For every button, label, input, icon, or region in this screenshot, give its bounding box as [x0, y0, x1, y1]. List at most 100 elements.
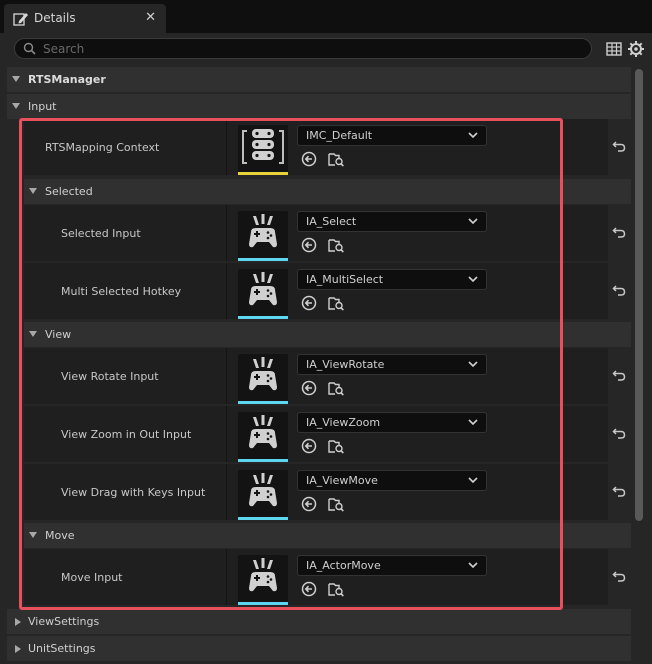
use-selected-asset-icon[interactable] — [301, 237, 317, 253]
browse-asset-icon[interactable] — [328, 237, 344, 253]
reset-column — [608, 119, 631, 175]
use-selected-asset-icon[interactable] — [301, 496, 317, 512]
asset-picker-value: IA_Select — [306, 215, 357, 228]
asset-picker-dropdown[interactable]: IA_MultiSelect — [297, 269, 487, 290]
category-viewsettings[interactable]: ViewSettings — [7, 609, 631, 634]
category-label: View — [45, 328, 72, 341]
chevron-down-icon — [468, 361, 478, 368]
browse-asset-icon[interactable] — [328, 438, 344, 454]
property-row: RTSMapping Context IMC_Default — [24, 119, 608, 175]
asset-picker-value: IA_ActorMove — [306, 559, 381, 572]
column-divider — [226, 205, 227, 261]
asset-type-bar — [238, 401, 288, 404]
tab-strip: Details ✕ — [0, 0, 652, 33]
category-label: RTSManager — [28, 73, 106, 86]
input-action-icon — [249, 214, 277, 248]
input-action-icon — [249, 558, 277, 592]
use-selected-asset-icon[interactable] — [301, 438, 317, 454]
asset-picker-value: IMC_Default — [306, 129, 373, 142]
tab-details[interactable]: Details ✕ — [4, 4, 166, 33]
category-input[interactable]: Input — [7, 94, 631, 119]
search-bar — [14, 38, 592, 59]
reset-to-default-icon[interactable] — [612, 139, 626, 153]
chevron-right-icon — [15, 618, 21, 626]
property-label: Move Input — [61, 571, 123, 584]
input-action-icon — [249, 415, 277, 449]
property-row: View Drag with Keys Input IA_ViewMove — [24, 464, 608, 520]
chevron-down-icon — [29, 331, 37, 337]
chevron-down-icon — [468, 419, 478, 426]
asset-picker-dropdown[interactable]: IA_ViewRotate — [297, 354, 487, 375]
asset-thumbnail[interactable] — [238, 470, 288, 520]
property-row: Multi Selected Hotkey IA_MultiSelect — [24, 263, 608, 319]
property-row: Move Input IA_ActorMove — [24, 549, 608, 605]
asset-picker-dropdown[interactable]: IA_ActorMove — [297, 555, 487, 576]
property-label: View Rotate Input — [61, 370, 159, 383]
column-divider — [226, 263, 227, 319]
property-row: Selected Input IA_Select — [24, 205, 608, 261]
table-view-icon[interactable] — [605, 40, 623, 58]
asset-thumbnail[interactable] — [238, 269, 288, 319]
chevron-down-icon — [468, 132, 478, 139]
reset-to-default-icon[interactable] — [612, 484, 626, 498]
category-label: Move — [45, 529, 75, 542]
reset-to-default-icon[interactable] — [612, 368, 626, 382]
asset-picker-dropdown[interactable]: IMC_Default — [297, 125, 487, 146]
reset-column — [608, 348, 631, 404]
use-selected-asset-icon[interactable] — [301, 581, 317, 597]
asset-type-bar — [238, 316, 288, 319]
category-rtsmanager[interactable]: RTSManager — [7, 67, 631, 92]
search-input[interactable] — [43, 39, 583, 58]
browse-asset-icon[interactable] — [328, 581, 344, 597]
search-icon — [23, 42, 36, 55]
asset-picker-value: IA_ViewRotate — [306, 358, 385, 371]
category-move[interactable]: Move — [24, 523, 631, 548]
asset-picker-value: IA_ViewMove — [306, 474, 378, 487]
browse-asset-icon[interactable] — [328, 151, 344, 167]
asset-type-bar — [238, 517, 288, 520]
reset-to-default-icon[interactable] — [612, 225, 626, 239]
input-action-icon — [249, 272, 277, 306]
close-icon[interactable]: ✕ — [145, 10, 156, 25]
property-label: View Zoom in Out Input — [61, 428, 192, 441]
category-label: Selected — [45, 185, 93, 198]
property-label: View Drag with Keys Input — [61, 486, 206, 499]
browse-asset-icon[interactable] — [328, 496, 344, 512]
reset-to-default-icon[interactable] — [612, 426, 626, 440]
asset-thumbnail[interactable] — [238, 125, 288, 175]
asset-picker-dropdown[interactable]: IA_ViewZoom — [297, 412, 487, 433]
asset-picker-dropdown[interactable]: IA_Select — [297, 211, 487, 232]
category-unitsettings[interactable]: UnitSettings — [7, 636, 631, 661]
use-selected-asset-icon[interactable] — [301, 295, 317, 311]
settings-gear-icon[interactable] — [627, 40, 645, 58]
asset-picker-dropdown[interactable]: IA_ViewMove — [297, 470, 487, 491]
category-selected[interactable]: Selected — [24, 179, 631, 204]
use-selected-asset-icon[interactable] — [301, 380, 317, 396]
column-divider — [226, 549, 227, 605]
asset-thumbnail[interactable] — [238, 412, 288, 462]
asset-thumbnail[interactable] — [238, 211, 288, 261]
column-divider — [226, 348, 227, 404]
column-divider — [226, 406, 227, 462]
asset-thumbnail[interactable] — [238, 354, 288, 404]
chevron-down-icon — [29, 188, 37, 194]
property-row: View Zoom in Out Input IA_ViewZoom — [24, 406, 608, 462]
details-panel: RTSManager Input Selected View Move RTSM… — [0, 33, 652, 664]
category-label: ViewSettings — [28, 615, 100, 628]
column-divider — [226, 464, 227, 520]
use-selected-asset-icon[interactable] — [301, 151, 317, 167]
category-view[interactable]: View — [24, 322, 631, 347]
scrollbar-thumb[interactable] — [635, 69, 643, 521]
property-label: Multi Selected Hotkey — [61, 285, 182, 298]
reset-column — [608, 205, 631, 261]
chevron-right-icon — [15, 645, 21, 653]
browse-asset-icon[interactable] — [328, 295, 344, 311]
property-label: RTSMapping Context — [45, 141, 160, 154]
asset-type-bar — [238, 459, 288, 462]
chevron-down-icon — [468, 477, 478, 484]
asset-thumbnail[interactable] — [238, 555, 288, 605]
asset-type-bar — [238, 602, 288, 605]
reset-to-default-icon[interactable] — [612, 569, 626, 583]
browse-asset-icon[interactable] — [328, 380, 344, 396]
reset-to-default-icon[interactable] — [612, 283, 626, 297]
